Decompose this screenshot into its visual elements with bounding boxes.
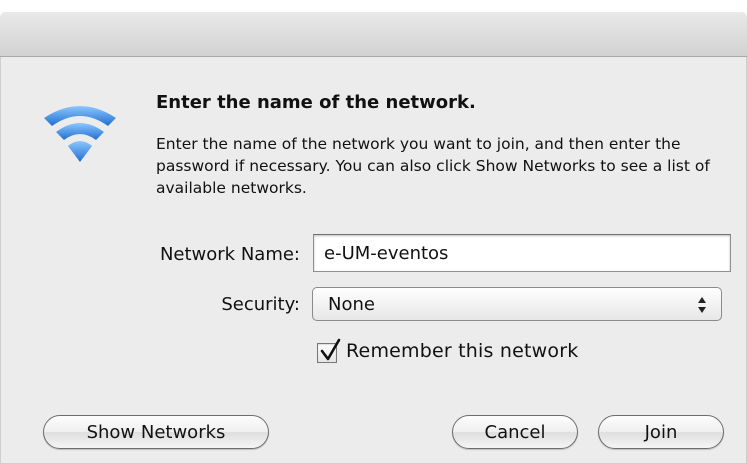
show-networks-button[interactable]: Show Networks: [43, 415, 269, 449]
wifi-icon: [44, 106, 116, 162]
remember-network-checkbox[interactable]: [317, 338, 341, 363]
join-button[interactable]: Join: [598, 415, 724, 449]
remember-network-label[interactable]: Remember this network: [346, 340, 578, 362]
dialog-heading: Enter the name of the network.: [156, 92, 476, 113]
window-titlebar[interactable]: [0, 12, 747, 57]
cancel-button[interactable]: Cancel: [452, 415, 578, 449]
security-select[interactable]: None: [312, 287, 722, 321]
join-network-dialog: Enter the name of the network. Enter the…: [0, 12, 747, 464]
security-selected-value: None: [328, 294, 375, 315]
network-name-input[interactable]: [313, 234, 731, 272]
security-label: Security:: [221, 294, 300, 315]
dialog-description: Enter the name of the network you want t…: [156, 135, 710, 197]
stepper-icon: [698, 297, 706, 313]
check-mark-icon: [320, 338, 341, 361]
network-name-label: Network Name:: [159, 244, 300, 265]
